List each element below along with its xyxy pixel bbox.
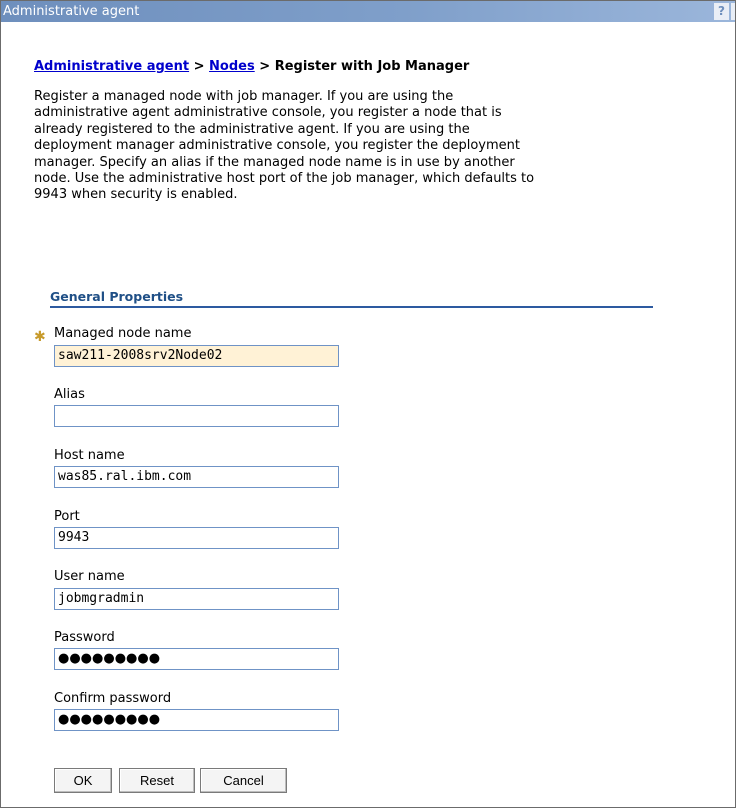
ok-button[interactable]: OK [54, 768, 112, 793]
admin-console-frame: Administrative agent ? Administrative ag… [0, 0, 736, 808]
required-icon: ✱ [34, 329, 46, 345]
cancel-button[interactable]: Cancel [200, 768, 287, 793]
user-name-input[interactable]: jobmgradmin [54, 588, 339, 610]
breadcrumb-separator: > [193, 59, 205, 74]
confirm-password-input[interactable]: ●●●●●●●●● [54, 709, 339, 731]
extra-icon[interactable] [731, 3, 735, 20]
host-name-input[interactable]: was85.ral.ibm.com [54, 466, 339, 488]
host-name-label: Host name [54, 448, 125, 463]
managed-node-name-label: Managed node name [54, 326, 192, 341]
confirm-password-label: Confirm password [54, 691, 172, 706]
password-label: Password [54, 630, 115, 645]
breadcrumb: Administrative agent > Nodes > Register … [34, 59, 469, 74]
port-input[interactable]: 9943 [54, 527, 339, 549]
managed-node-name-input[interactable]: saw211-2008srv2Node02 [54, 345, 339, 367]
user-name-label: User name [54, 569, 125, 584]
window-title: Administrative agent [3, 4, 140, 19]
section-divider [50, 306, 653, 308]
section-title-general-properties: General Properties [50, 289, 184, 304]
page-description: Register a managed node with job manager… [34, 89, 535, 203]
breadcrumb-separator: > [259, 59, 271, 74]
title-bar: Administrative agent ? [1, 1, 735, 22]
breadcrumb-link-nodes[interactable]: Nodes [209, 59, 255, 74]
help-icon[interactable]: ? [714, 3, 729, 20]
breadcrumb-current: Register with Job Manager [274, 59, 470, 74]
password-input[interactable]: ●●●●●●●●● [54, 648, 339, 670]
breadcrumb-link-administrative-agent[interactable]: Administrative agent [34, 59, 189, 74]
reset-button[interactable]: Reset [119, 768, 195, 793]
port-label: Port [54, 509, 80, 524]
alias-label: Alias [54, 387, 85, 402]
alias-input[interactable] [54, 405, 339, 427]
